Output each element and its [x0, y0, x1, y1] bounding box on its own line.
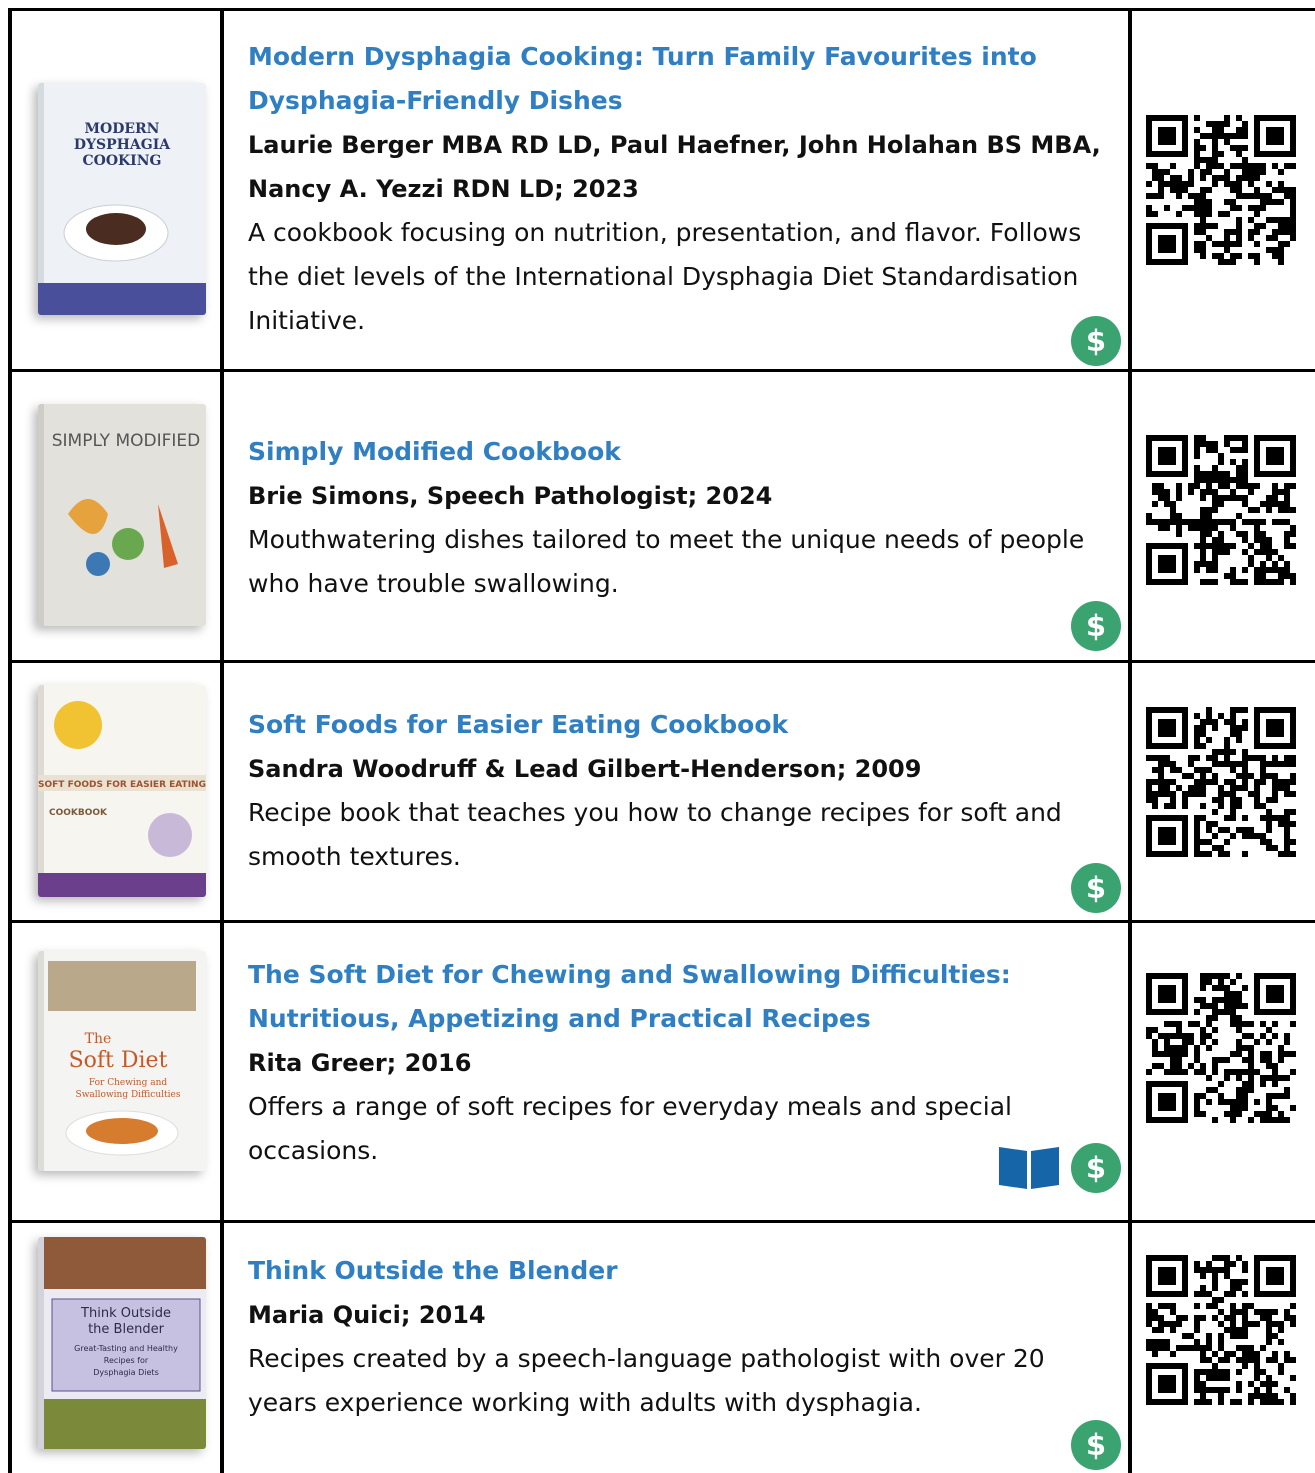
- table-row: Think Outside the Blender Great-Tasting …: [0, 1223, 1315, 1473]
- cover-text-1: The: [85, 1031, 112, 1047]
- cover-text-4: Recipes for: [104, 1356, 149, 1365]
- book-title-link[interactable]: Modern Dysphagia Cooking: Turn Family Fa…: [248, 35, 1108, 123]
- book-title-link[interactable]: Simply Modified Cookbook: [248, 430, 1108, 474]
- book-description: Recipes created by a speech-language pat…: [248, 1344, 1045, 1417]
- cover-text-2: COOKBOOK: [49, 808, 108, 818]
- dollar-icon[interactable]: $: [1071, 1420, 1121, 1470]
- book-details: Think Outside the Blender Maria Quici; 2…: [248, 1249, 1108, 1425]
- book-cover: SIMPLY MODIFIED: [38, 404, 206, 626]
- qr-code-icon[interactable]: [1146, 115, 1296, 265]
- dollar-icon[interactable]: $: [1071, 863, 1121, 913]
- cover-text-1: SOFT FOODS FOR EASIER EATING: [38, 780, 206, 790]
- book-author: Laurie Berger MBA RD LD, Paul Haefner, J…: [248, 131, 1101, 203]
- book-author: Rita Greer; 2016: [248, 1049, 472, 1077]
- book-cover: The Soft Diet For Chewing and Swallowing…: [38, 951, 206, 1171]
- dollar-icon[interactable]: $: [1071, 601, 1121, 651]
- book-cover: SOFT FOODS FOR EASIER EATING COOKBOOK: [38, 685, 206, 897]
- book-author: Sandra Woodruff & Lead Gilbert-Henderson…: [248, 755, 922, 783]
- qr-code-icon[interactable]: [1146, 973, 1296, 1123]
- qr-code-icon[interactable]: [1146, 435, 1296, 585]
- book-author: Maria Quici; 2014: [248, 1301, 486, 1329]
- book-details: Soft Foods for Easier Eating Cookbook Sa…: [248, 703, 1108, 879]
- book-details: The Soft Diet for Chewing and Swallowing…: [248, 953, 1108, 1173]
- book-details: Simply Modified Cookbook Brie Simons, Sp…: [248, 430, 1108, 606]
- book-title-link[interactable]: The Soft Diet for Chewing and Swallowing…: [248, 953, 1108, 1041]
- book-cover: Think Outside the Blender Great-Tasting …: [38, 1237, 206, 1449]
- cover-text-1: SIMPLY MODIFIED: [52, 431, 201, 451]
- cover-text-3: For Chewing and: [89, 1078, 168, 1088]
- table-row: MODERN DYSPHAGIA COOKING Modern Dysphagi…: [0, 11, 1315, 369]
- book-description: Mouthwatering dishes tailored to meet th…: [248, 525, 1085, 598]
- book-title-link[interactable]: Think Outside the Blender: [248, 1249, 1108, 1293]
- book-author: Brie Simons, Speech Pathologist; 2024: [248, 482, 773, 510]
- open-book-icon[interactable]: [997, 1143, 1061, 1189]
- book-description: A cookbook focusing on nutrition, presen…: [248, 218, 1082, 335]
- cover-text-2: Soft Diet: [69, 1048, 168, 1073]
- dollar-icon[interactable]: $: [1071, 316, 1121, 366]
- book-details: Modern Dysphagia Cooking: Turn Family Fa…: [248, 35, 1108, 343]
- table-row: SIMPLY MODIFIED Simply Modified Cookbook…: [0, 372, 1315, 660]
- book-description: Offers a range of soft recipes for every…: [248, 1092, 1013, 1165]
- cover-text-4: Swallowing Difficulties: [76, 1090, 181, 1100]
- cover-text-3: Great-Tasting and Healthy: [74, 1344, 178, 1353]
- table-row: SOFT FOODS FOR EASIER EATING COOKBOOK So…: [0, 663, 1315, 920]
- table-row: The Soft Diet For Chewing and Swallowing…: [0, 923, 1315, 1220]
- dollar-icon[interactable]: $: [1071, 1143, 1121, 1193]
- cover-text-2: the Blender: [88, 1322, 164, 1337]
- cover-text-1: Think Outside: [80, 1306, 171, 1321]
- cover-text-1: MODERN: [85, 121, 160, 137]
- book-title-link[interactable]: Soft Foods for Easier Eating Cookbook: [248, 703, 1108, 747]
- qr-code-icon[interactable]: [1146, 1255, 1296, 1405]
- cover-text-2: DYSPHAGIA: [74, 137, 171, 153]
- book-cover: MODERN DYSPHAGIA COOKING: [38, 83, 206, 315]
- cover-text-3: COOKING: [82, 153, 161, 169]
- cover-text-5: Dysphagia Diets: [93, 1368, 158, 1377]
- qr-code-icon[interactable]: [1146, 707, 1296, 857]
- book-description: Recipe book that teaches you how to chan…: [248, 798, 1062, 871]
